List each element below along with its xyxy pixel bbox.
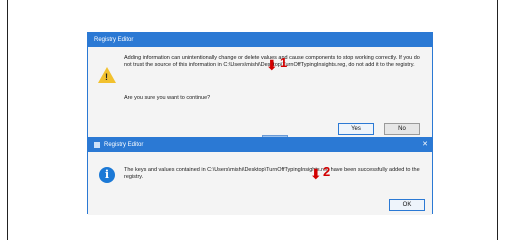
yes-button[interactable]: Yes (338, 123, 374, 135)
frame-border-left (7, 0, 8, 240)
success-dialog-title: Registry Editor (104, 142, 144, 148)
success-message: The keys and values contained in C:\User… (124, 167, 420, 180)
warning-dialog-body: ! Adding information can unintentionally… (88, 47, 432, 139)
frame-border-right (497, 0, 498, 240)
registry-warning-dialog: Registry Editor ! Adding information can… (87, 32, 433, 139)
info-icon: i (99, 167, 115, 183)
success-dialog-titlebar[interactable]: Registry Editor ✕ (88, 138, 432, 152)
step-1-number: 1 (280, 55, 288, 70)
ok-button[interactable]: OK (389, 199, 425, 211)
success-dialog-body: i The keys and values contained in C:\Us… (88, 152, 432, 215)
step-1-arrow-icon: ⬇ (266, 57, 278, 73)
step-2-number: 2 (323, 164, 331, 179)
warning-icon-exclamation: ! (105, 72, 108, 82)
close-icon[interactable]: ✕ (422, 138, 428, 152)
no-button[interactable]: No (384, 123, 420, 135)
warning-dialog-titlebar[interactable]: Registry Editor (88, 33, 432, 47)
warning-dialog-title: Registry Editor (94, 37, 134, 43)
registry-icon (94, 142, 100, 148)
registry-success-dialog: Registry Editor ✕ i The keys and values … (87, 137, 433, 215)
warning-question: Are you sure you want to continue? (124, 95, 211, 101)
step-2-arrow-icon: ⬇ (310, 166, 322, 182)
